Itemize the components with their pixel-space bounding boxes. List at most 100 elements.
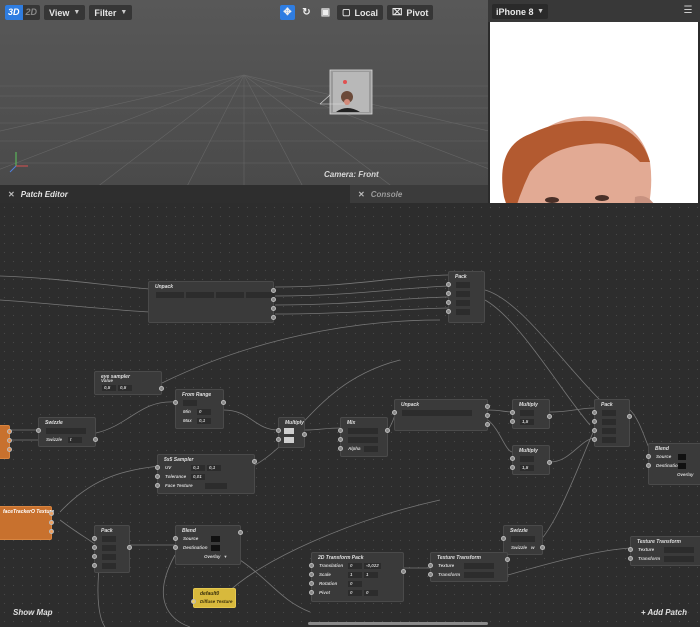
input-port[interactable] (276, 437, 281, 442)
input-port[interactable] (338, 437, 343, 442)
node-pack[interactable]: Pack (446, 271, 485, 323)
input-port[interactable] (155, 483, 160, 488)
output-port[interactable] (271, 306, 276, 311)
pivot-button[interactable]: ⌧ Pivot (387, 5, 434, 20)
output-port[interactable] (49, 529, 54, 534)
input-port[interactable] (592, 437, 597, 442)
output-port[interactable] (385, 428, 390, 433)
mode-3d-button[interactable]: 3D (5, 5, 23, 20)
input-port[interactable] (36, 428, 41, 433)
value-field[interactable]: 0 (348, 562, 362, 569)
view-menu-button[interactable]: View ▼ (44, 5, 86, 20)
move-tool-button[interactable]: ✥ (280, 5, 295, 20)
input-port[interactable] (276, 428, 281, 433)
input-port[interactable] (510, 410, 515, 415)
input-port[interactable] (309, 590, 314, 595)
node-facetracker-texture[interactable]: faceTrackerO Texture (0, 506, 54, 540)
node-texture-transform[interactable]: Texture Transform Texture Transform (428, 552, 510, 582)
add-patch-button[interactable]: + Add Patch (641, 608, 687, 617)
output-port[interactable] (485, 413, 490, 418)
input-port[interactable] (155, 465, 160, 470)
value-field[interactable]: 0,01 (191, 473, 205, 480)
close-icon[interactable]: ✕ (358, 190, 365, 199)
output-port[interactable] (485, 404, 490, 409)
output-port[interactable] (505, 557, 510, 562)
editor-scrollbar[interactable] (308, 622, 488, 625)
node-eye-sampler[interactable]: eye sampler Value 0,5 0,5 (94, 371, 164, 395)
value-field[interactable]: 1 (348, 571, 362, 578)
rotate-tool-button[interactable]: ↻ (299, 5, 314, 20)
input-port[interactable] (309, 572, 314, 577)
value-field[interactable]: 1,5 (520, 418, 534, 425)
input-port[interactable] (173, 545, 178, 550)
scale-tool-button[interactable]: ▣ (318, 5, 333, 20)
input-port[interactable] (592, 410, 597, 415)
input-port[interactable] (92, 563, 97, 568)
node-blend[interactable]: Blend Source Destination Overlay ▼ (173, 525, 243, 565)
node-multiply[interactable]: Multiply (276, 417, 307, 448)
node-texture-transform[interactable]: Texture Transform Texture Transform (628, 536, 700, 566)
filter-menu-button[interactable]: Filter ▼ (89, 5, 133, 20)
input-port[interactable] (646, 454, 651, 459)
input-port[interactable] (428, 572, 433, 577)
input-port[interactable] (510, 465, 515, 470)
blend-mode[interactable]: Overlay (204, 554, 221, 559)
max-field[interactable]: 0,1 (197, 417, 211, 424)
value-field[interactable]: 1,5 (520, 464, 534, 471)
node-unpack[interactable]: Unpack (392, 399, 490, 431)
output-port[interactable] (7, 438, 12, 443)
menu-icon[interactable]: ☰ (682, 5, 694, 17)
input-port[interactable] (510, 456, 515, 461)
input-port[interactable] (191, 599, 196, 604)
node-2d-transform-pack[interactable]: 2D Transform Pack Translation 0 -0,022 Sca… (309, 552, 406, 602)
output-port[interactable] (271, 288, 276, 293)
close-icon[interactable]: ✕ (8, 190, 15, 199)
value-field[interactable]: 0 (348, 589, 362, 596)
swizzle-field[interactable]: w (531, 545, 535, 550)
input-port[interactable] (501, 536, 506, 541)
tab-console[interactable]: ✕ Console (350, 185, 488, 203)
node-multiply[interactable]: Multiply 1,5 (510, 399, 552, 429)
output-port[interactable] (401, 569, 406, 574)
node-blend[interactable]: Blend Source Destination Overlay (646, 443, 700, 485)
output-port[interactable] (127, 545, 132, 550)
output-port[interactable] (547, 460, 552, 465)
input-port[interactable] (592, 419, 597, 424)
local-space-button[interactable]: ▢ Local (337, 5, 384, 20)
input-port[interactable] (92, 554, 97, 559)
value-field[interactable]: 0,1 (191, 464, 205, 471)
input-port[interactable] (173, 536, 178, 541)
input-port[interactable] (446, 291, 451, 296)
value-field[interactable]: 1 (364, 571, 378, 578)
dimension-toggle[interactable]: 3D 2D (5, 5, 41, 20)
output-port[interactable] (540, 545, 545, 550)
output-port[interactable] (238, 530, 243, 535)
input-port[interactable] (428, 563, 433, 568)
output-port[interactable] (49, 511, 54, 516)
input-port[interactable] (628, 556, 633, 561)
tab-patch-editor[interactable]: ✕ Patch Editor (0, 185, 350, 203)
output-port[interactable] (159, 386, 164, 391)
node-unpack[interactable]: Unpack (148, 281, 276, 323)
node-from-range[interactable]: From Range Min 0 Max 0,1 (173, 389, 226, 429)
input-port[interactable] (392, 410, 397, 415)
node-swizzle[interactable]: Swizzle Swizzle t (36, 417, 98, 447)
value-field[interactable]: 0,5 (118, 384, 132, 391)
node-texture-stub[interactable] (0, 425, 12, 459)
input-port[interactable] (338, 428, 343, 433)
node-default0-material[interactable]: default0 Diffuse Texture (191, 588, 236, 608)
input-port[interactable] (446, 300, 451, 305)
patch-editor-canvas[interactable]: Unpack Pack eye sampler Value 0,5 0,5 Fro… (0, 203, 700, 627)
value-field[interactable]: -0,022 (364, 562, 381, 569)
output-port[interactable] (627, 414, 632, 419)
input-port[interactable] (92, 545, 97, 550)
blend-mode[interactable]: Overlay (677, 472, 694, 477)
node-pack[interactable]: Pack (92, 525, 132, 573)
min-field[interactable]: 0 (197, 408, 211, 415)
input-port[interactable] (628, 547, 633, 552)
output-port[interactable] (7, 447, 12, 452)
value-field[interactable]: 0 (364, 589, 378, 596)
show-map-button[interactable]: Show Map (13, 608, 53, 617)
node-pack[interactable]: Pack (592, 399, 632, 447)
value-field[interactable]: 0,1 (207, 464, 221, 471)
